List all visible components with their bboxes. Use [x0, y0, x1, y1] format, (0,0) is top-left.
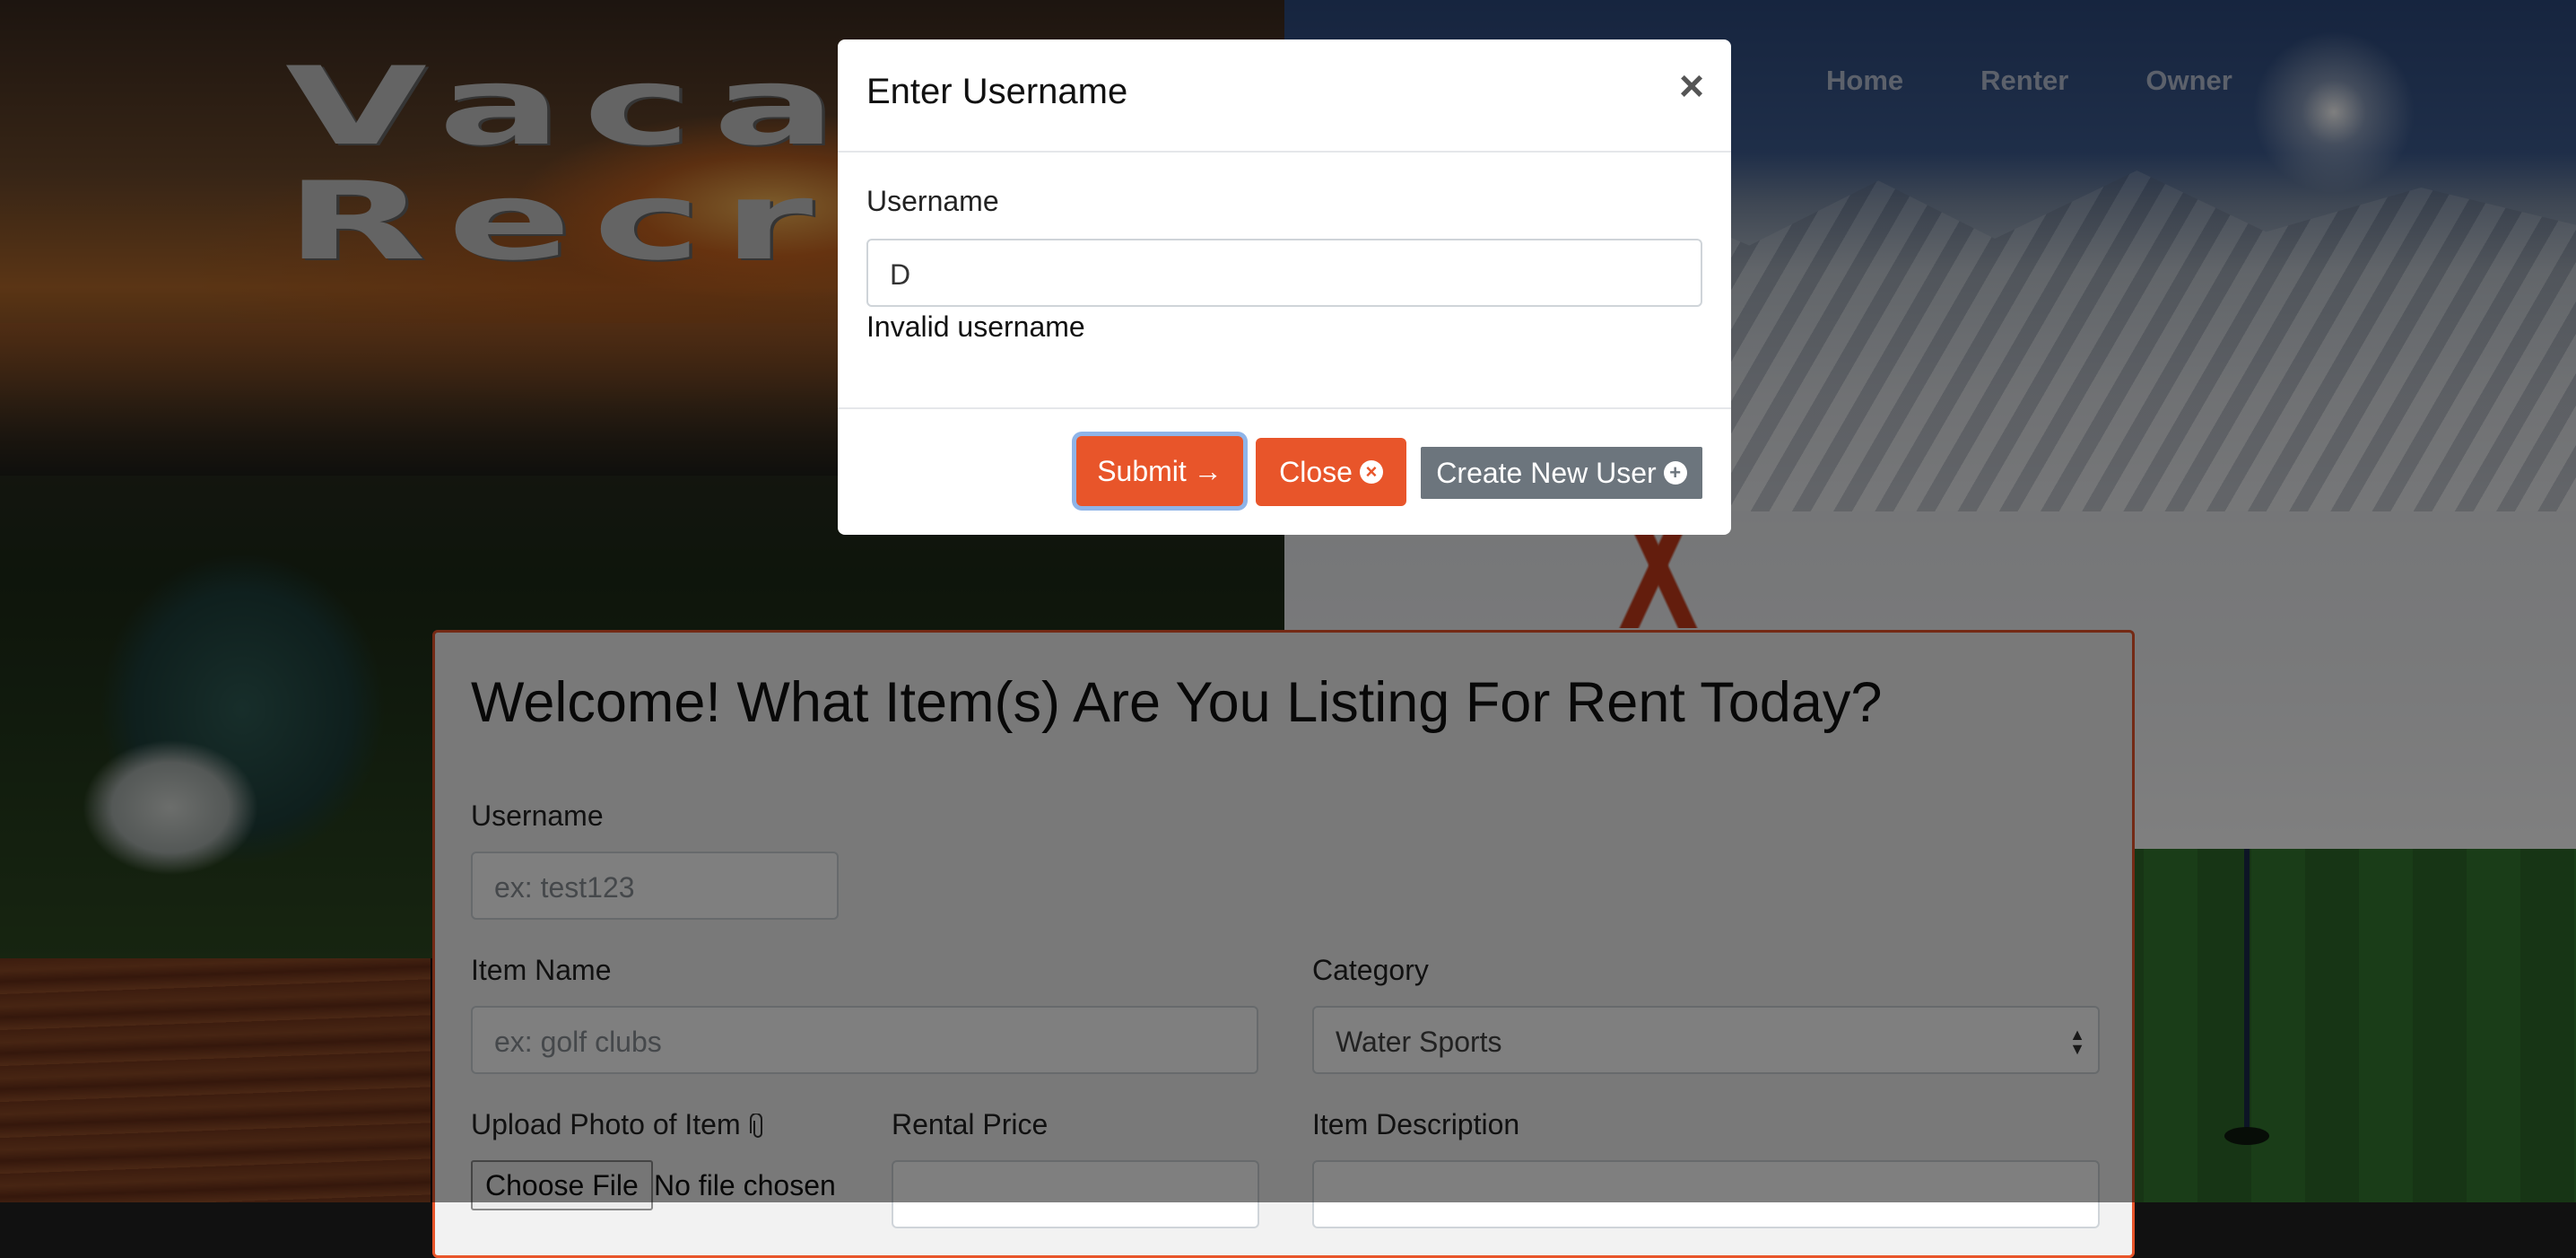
modal-header: Enter Username ×: [838, 39, 1731, 153]
create-new-user-button[interactable]: Create New User +: [1421, 447, 1702, 499]
invalid-username-message: Invalid username: [866, 310, 1085, 343]
x-circle-icon: ×: [1359, 460, 1383, 484]
submit-label: Submit: [1097, 454, 1187, 487]
modal-username-input[interactable]: D: [866, 239, 1702, 307]
close-button[interactable]: Close ×: [1256, 438, 1406, 506]
modal-username-label: Username: [866, 185, 999, 217]
submit-button[interactable]: Submit →: [1076, 436, 1243, 506]
modal-title: Enter Username: [866, 72, 1128, 111]
create-new-user-label: Create New User: [1436, 456, 1657, 489]
close-icon[interactable]: ×: [1679, 65, 1704, 109]
username-modal: Enter Username × Username D Invalid user…: [838, 39, 1731, 535]
plus-circle-icon: +: [1663, 461, 1687, 485]
arrow-right-icon: →: [1193, 454, 1223, 487]
close-label: Close: [1279, 455, 1353, 488]
modal-footer-divider: [838, 407, 1731, 409]
